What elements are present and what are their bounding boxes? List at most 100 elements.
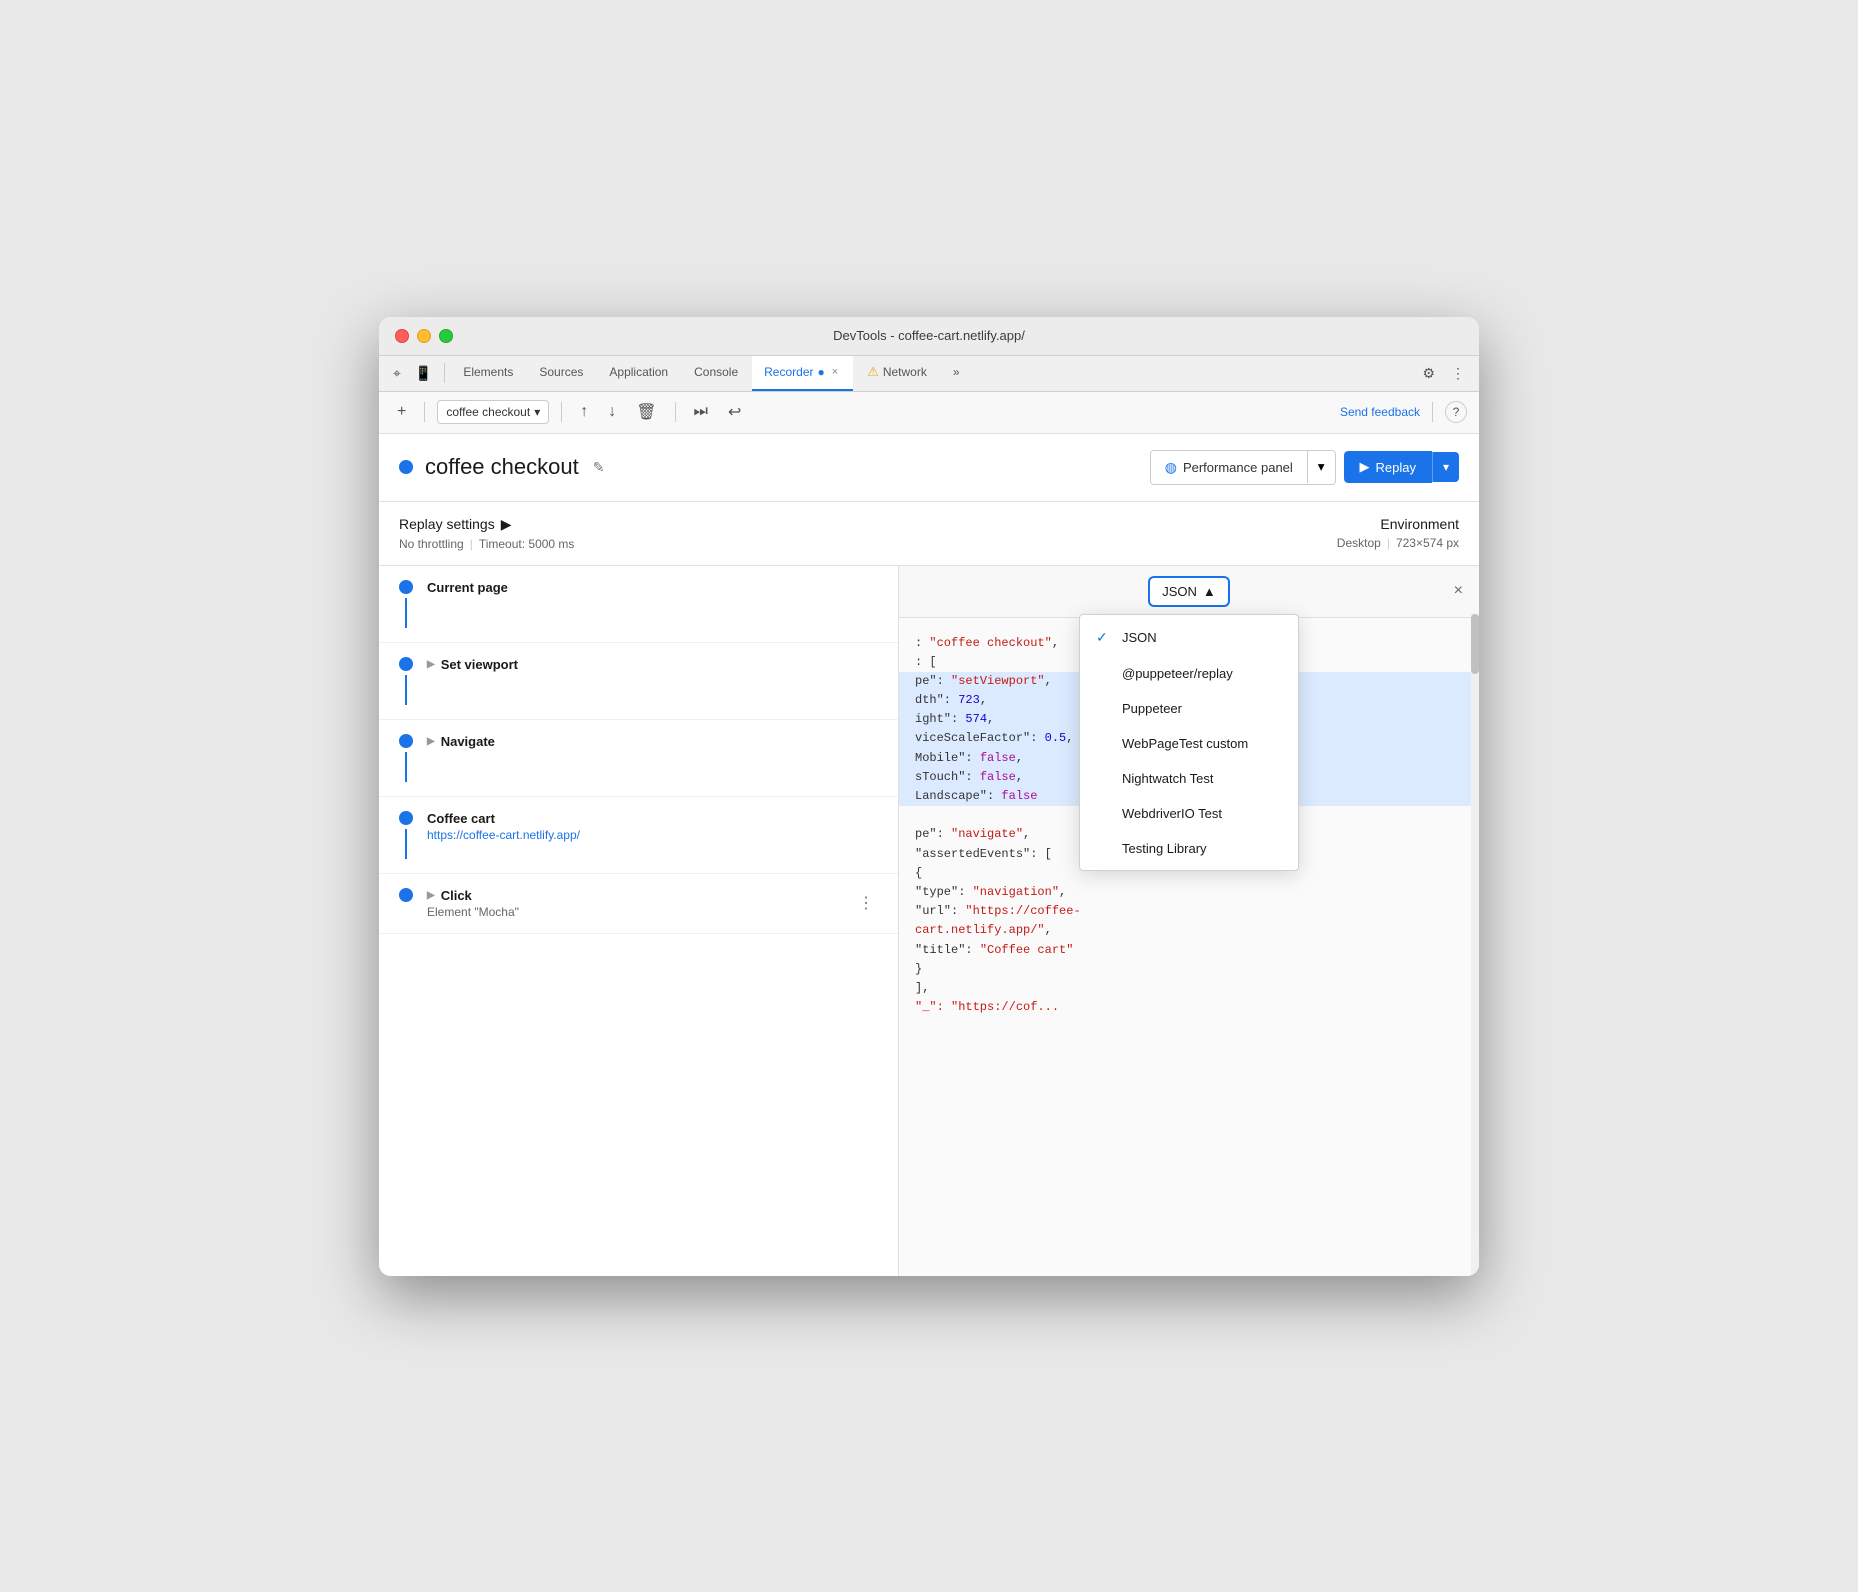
window-title: DevTools - coffee-cart.netlify.app/: [833, 328, 1025, 343]
step-title-4: Coffee cart: [427, 811, 878, 826]
upload-btn[interactable]: ↑: [574, 399, 594, 425]
tab-more[interactable]: »: [941, 355, 972, 391]
check-icon: ✓: [1096, 629, 1112, 646]
step-expand-icon[interactable]: ▶: [427, 659, 435, 670]
maximize-button[interactable]: [439, 329, 453, 343]
title-bar: DevTools - coffee-cart.netlify.app/: [379, 317, 1479, 356]
cursor-icon-btn[interactable]: ⌖: [387, 361, 407, 386]
more-options-icon-btn[interactable]: ⋮: [1445, 361, 1471, 386]
dropdown-item-webdriverio[interactable]: WebdriverIO Test: [1080, 796, 1298, 831]
recording-selector[interactable]: coffee checkout ▾: [437, 400, 549, 424]
step-btn[interactable]: ⏭: [688, 399, 714, 425]
step-content-4: Coffee cart https://coffee-cart.netlify.…: [427, 811, 878, 842]
dropdown-arrow-icon: ▾: [534, 405, 540, 419]
expand-icon: ▶: [501, 516, 512, 533]
code-panel-close-btn[interactable]: ×: [1454, 582, 1463, 600]
perf-panel-dropdown-btn[interactable]: ▾: [1307, 451, 1335, 483]
step-dot-container-4: [399, 811, 413, 859]
download-btn[interactable]: ↓: [602, 399, 622, 425]
step-expand-icon-3[interactable]: ▶: [427, 736, 435, 747]
dropdown-item-testing-library[interactable]: Testing Library: [1080, 831, 1298, 866]
recording-title: coffee checkout: [425, 454, 579, 480]
settings-divider: |: [470, 537, 473, 551]
settings-icon-btn[interactable]: ⚙: [1416, 361, 1441, 386]
tab-network[interactable]: ⚠ Network: [855, 355, 939, 391]
code-scrollbar-thumb[interactable]: [1471, 614, 1479, 674]
close-button[interactable]: [395, 329, 409, 343]
devtools-window: DevTools - coffee-cart.netlify.app/ ⌖ 📱 …: [379, 317, 1479, 1276]
mobile-icon-btn[interactable]: 📱: [409, 361, 438, 386]
format-dropdown[interactable]: JSON ▲: [1148, 576, 1230, 607]
format-dropdown-menu: ✓ JSON @puppeteer/replay Puppeteer: [1079, 614, 1299, 871]
edit-title-btn[interactable]: ✎: [589, 455, 609, 480]
step-title-2: ▶ Set viewport: [427, 657, 878, 672]
dropdown-item-webpagetest[interactable]: WebPageTest custom: [1080, 726, 1298, 761]
replay-settings-toggle[interactable]: Replay settings ▶: [399, 516, 574, 533]
recorder-tab-close[interactable]: ×: [829, 365, 841, 379]
replay-small-btn[interactable]: ↩: [722, 398, 747, 426]
code-toolbar: JSON ▲ ×: [899, 566, 1479, 618]
tab-recorder[interactable]: Recorder ● ×: [752, 355, 853, 391]
tab-application[interactable]: Application: [597, 355, 680, 391]
devtools-body: ⌖ 📱 Elements Sources Application Console…: [379, 356, 1479, 1276]
step-dot-container: [399, 580, 413, 628]
step-line-2: [405, 675, 407, 705]
delete-btn[interactable]: 🗑: [630, 398, 662, 426]
step-title-3: ▶ Navigate: [427, 734, 878, 749]
recording-indicator: [399, 460, 413, 474]
env-divider: |: [1387, 536, 1390, 550]
minimize-button[interactable]: [417, 329, 431, 343]
replay-btn[interactable]: ▶ Replay: [1344, 451, 1432, 483]
code-line-18: }: [915, 960, 1463, 979]
step-coffee-cart: Coffee cart https://coffee-cart.netlify.…: [379, 797, 898, 874]
step-dot-5: [399, 888, 413, 902]
toolbar-sep-1: [424, 402, 425, 422]
traffic-lights: [395, 329, 453, 343]
toolbar-sep-3: [675, 402, 676, 422]
toolbar: + coffee checkout ▾ ↑ ↓ 🗑 ⏭ ↩ Send feedb…: [379, 392, 1479, 434]
tab-console[interactable]: Console: [682, 355, 750, 391]
steps-panel: Current page ▶ Set vie: [379, 566, 899, 1276]
step-content: Current page: [427, 580, 878, 597]
step-subtitle-4: https://coffee-cart.netlify.app/: [427, 828, 878, 842]
step-title-5: ▶ Click: [427, 888, 854, 903]
recording-header: coffee checkout ✎ ◍ Performance panel ▾: [379, 434, 1479, 502]
step-set-viewport[interactable]: ▶ Set viewport: [379, 643, 898, 720]
dropdown-item-puppeteer-replay[interactable]: @puppeteer/replay: [1080, 656, 1298, 691]
perf-panel-btn[interactable]: ◍ Performance panel: [1151, 451, 1307, 484]
step-expand-icon-5[interactable]: ▶: [427, 890, 435, 901]
step-dot-2: [399, 657, 413, 671]
toolbar-sep-2: [561, 402, 562, 422]
step-click[interactable]: ▶ Click Element "Mocha" ⋮: [379, 874, 898, 934]
toolbar-right: Send feedback ?: [1340, 401, 1467, 423]
panels: Current page ▶ Set vie: [379, 566, 1479, 1276]
step-dot-4: [399, 811, 413, 825]
environment-title: Environment: [1337, 516, 1459, 532]
step-line-3: [405, 752, 407, 782]
code-scrollbar[interactable]: [1471, 614, 1479, 1276]
main-content: coffee checkout ✎ ◍ Performance panel ▾: [379, 434, 1479, 1276]
replay-dropdown-btn[interactable]: ▾: [1432, 452, 1459, 482]
step-subtitle-5: Element "Mocha": [427, 905, 854, 919]
perf-icon: ◍: [1165, 459, 1177, 476]
dropdown-item-json[interactable]: ✓ JSON: [1080, 619, 1298, 656]
network-warning-icon: ⚠: [867, 364, 879, 380]
tab-elements[interactable]: Elements: [451, 355, 525, 391]
dropdown-item-nightwatch[interactable]: Nightwatch Test: [1080, 761, 1298, 796]
tab-sources[interactable]: Sources: [527, 355, 595, 391]
step-more-btn[interactable]: ⋮: [854, 893, 878, 913]
environment-details: Desktop | 723×574 px: [1337, 536, 1459, 550]
send-feedback-link[interactable]: Send feedback: [1340, 405, 1420, 419]
code-line-20: "_": "https://cof...: [915, 998, 1463, 1017]
pencil-icon: ✎: [593, 459, 605, 475]
format-arrow-icon: ▲: [1203, 584, 1216, 599]
code-line-16: cart.netlify.app/",: [915, 921, 1463, 940]
recorder-icon: ●: [818, 365, 825, 379]
add-recording-btn[interactable]: +: [391, 399, 412, 425]
step-dot-container-2: [399, 657, 413, 705]
help-btn[interactable]: ?: [1445, 401, 1467, 423]
dropdown-item-puppeteer[interactable]: Puppeteer: [1080, 691, 1298, 726]
step-dot-container-3: [399, 734, 413, 782]
step-navigate[interactable]: ▶ Navigate: [379, 720, 898, 797]
settings-details: No throttling | Timeout: 5000 ms: [399, 537, 574, 551]
